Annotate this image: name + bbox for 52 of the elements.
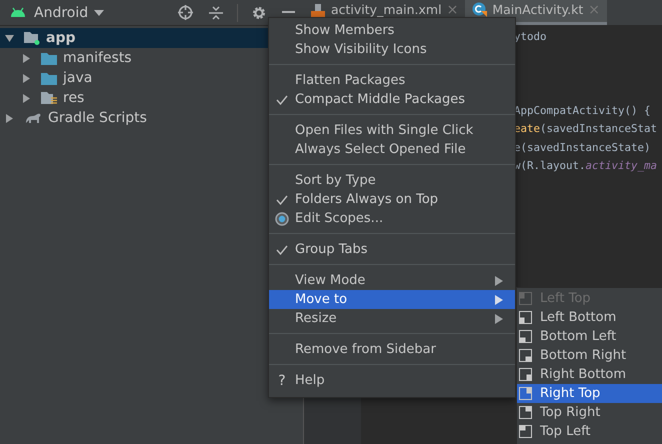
folder-icon	[41, 72, 57, 84]
caret-icon[interactable]	[94, 10, 104, 16]
menu-item[interactable]: Compact Middle Packages	[269, 90, 515, 109]
dock-position-icon	[519, 387, 532, 400]
crosshair-icon[interactable]	[178, 5, 193, 20]
dock-position-icon	[519, 330, 532, 343]
code-line: AppCompatActivity() {	[514, 102, 652, 118]
menu-item[interactable]: Edit Scopes...	[269, 209, 515, 228]
expand-arrow-icon[interactable]	[22, 54, 31, 62]
menu-item[interactable]: Left Bottom	[517, 308, 662, 327]
help-icon: ?	[278, 372, 286, 388]
menu-item[interactable]: Sort by Type	[269, 171, 515, 190]
code-line: ytodo	[514, 29, 548, 45]
expand-arrow-icon[interactable]	[22, 74, 31, 82]
expand-arrow-icon[interactable]	[5, 114, 14, 122]
menu-item[interactable]: Always Select Opened File	[269, 140, 515, 159]
android-icon	[10, 7, 26, 18]
resource-folder-icon	[41, 91, 57, 105]
kotlin-file-icon	[472, 2, 488, 17]
dock-position-icon	[519, 292, 532, 305]
menu-item[interactable]: Move to	[269, 290, 515, 309]
view-selector[interactable]: Android	[34, 4, 88, 20]
layout-file-icon	[310, 2, 326, 16]
dock-position-icon	[519, 349, 532, 362]
menu-item[interactable]: Bottom Left	[517, 327, 662, 346]
menu-item[interactable]: Right Bottom	[517, 365, 662, 384]
menu-item[interactable]: ? Help	[269, 371, 515, 390]
menu-item[interactable]: Right Top	[517, 384, 662, 403]
menu-item[interactable]: Flatten Packages	[269, 71, 515, 90]
dock-position-icon	[519, 406, 532, 419]
menu-item[interactable]: Remove from Sidebar	[269, 340, 515, 359]
dock-position-icon	[519, 368, 532, 381]
expand-arrow-icon[interactable]	[5, 34, 14, 42]
gradle-icon	[24, 112, 42, 124]
menu-item[interactable]: Bottom Right	[517, 346, 662, 365]
folder-icon	[41, 52, 57, 64]
menu-item[interactable]: View Mode	[269, 271, 515, 290]
dock-position-icon	[519, 425, 532, 438]
menu-item[interactable]: Top Left	[517, 422, 662, 441]
menu-item[interactable]: Open Files with Single Click	[269, 121, 515, 140]
module-folder-icon	[24, 31, 40, 45]
menu-item[interactable]: Group Tabs	[269, 240, 515, 259]
expand-arrow-icon[interactable]	[22, 94, 31, 102]
settings-icon[interactable]	[252, 6, 266, 20]
dock-position-icon	[519, 311, 532, 324]
code-line: w(R.layout.activity_ma	[514, 158, 658, 174]
menu-item[interactable]: Resize	[269, 309, 515, 328]
code-line: e(savedInstanceState)	[514, 140, 652, 156]
minimize-icon[interactable]	[282, 11, 295, 14]
menu-item[interactable]: Folders Always on Top	[269, 190, 515, 209]
collapse-icon[interactable]	[209, 6, 223, 20]
menu-item[interactable]: Top Right	[517, 403, 662, 422]
